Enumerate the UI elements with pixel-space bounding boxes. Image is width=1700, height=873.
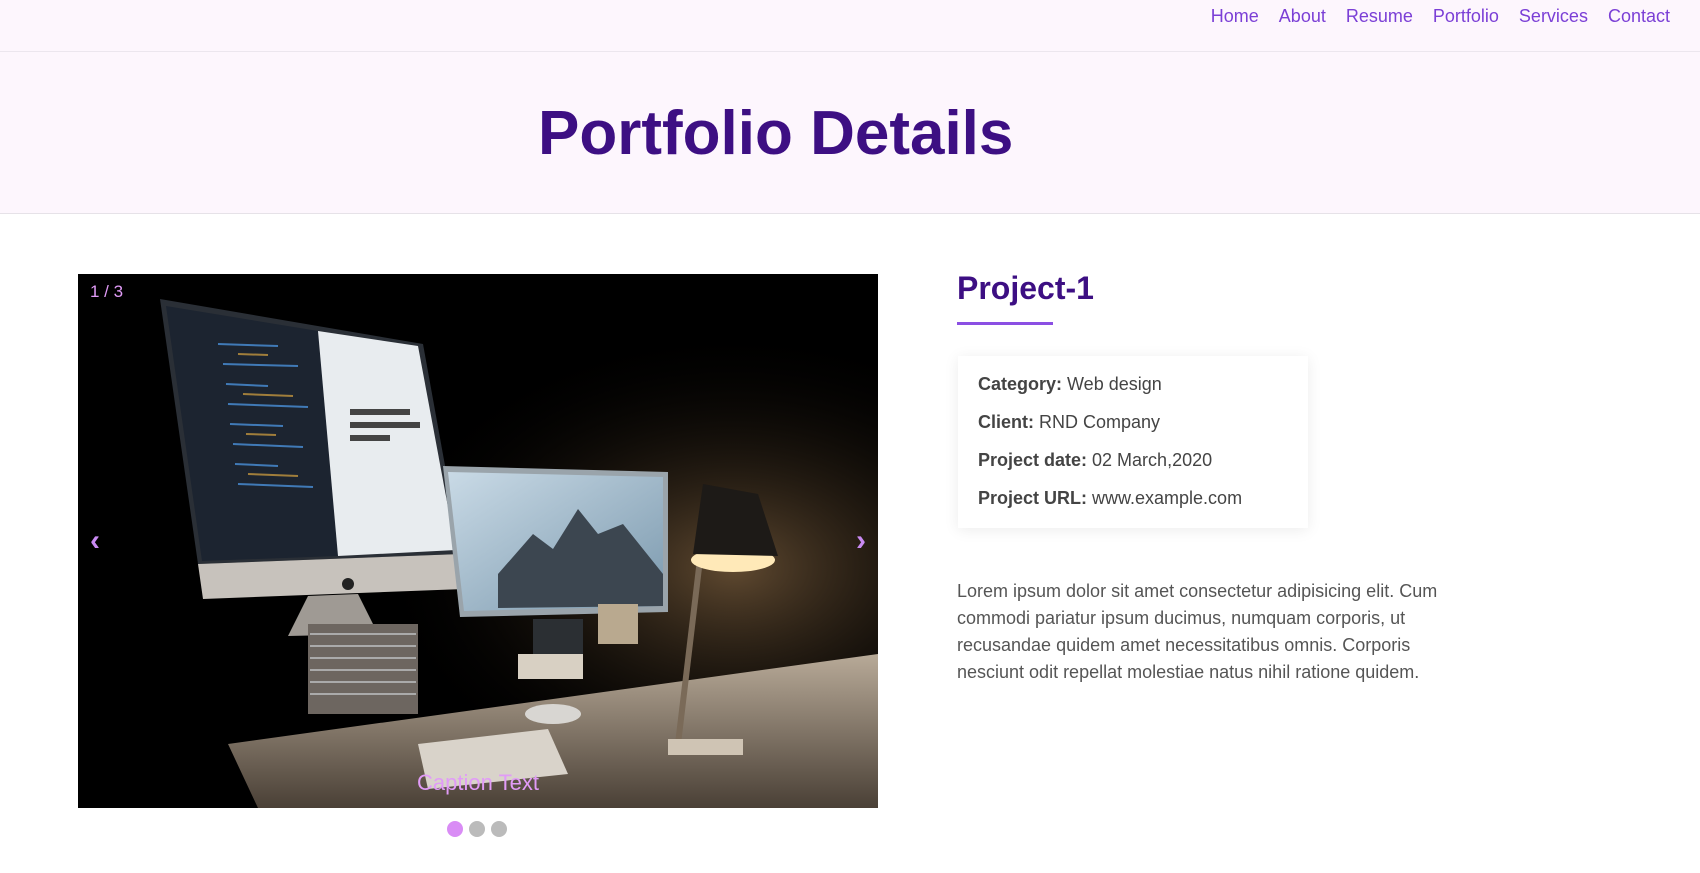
info-label: Client:: [978, 412, 1039, 432]
info-label: Project URL:: [978, 488, 1093, 508]
info-project-date: Project date: 02 March,2020: [978, 450, 1288, 488]
info-value: www.example.com: [1092, 488, 1243, 508]
info-value: RND Company: [1039, 412, 1161, 432]
slide-image: [78, 274, 878, 808]
nav-resume[interactable]: Resume: [1346, 6, 1413, 27]
title-underline: [957, 322, 1053, 325]
info-value: 02 March,2020: [1092, 450, 1213, 470]
nav-home[interactable]: Home: [1211, 6, 1259, 27]
project-info-card: Category: Web design Client: RND Company…: [958, 356, 1308, 528]
info-client: Client: RND Company: [978, 412, 1288, 450]
nav-about[interactable]: About: [1279, 6, 1326, 27]
info-project-url: Project URL: www.example.com: [978, 488, 1288, 526]
page-title: Portfolio Details: [538, 99, 1014, 168]
slider-dots: [447, 821, 507, 837]
nav-services[interactable]: Services: [1519, 6, 1588, 27]
project-title: Project-1: [957, 270, 1094, 306]
nav-portfolio[interactable]: Portfolio: [1433, 6, 1499, 27]
slider-dot-2[interactable]: [469, 821, 485, 837]
info-category: Category: Web design: [978, 374, 1288, 412]
slide-caption: Caption Text: [417, 770, 539, 795]
slide-counter: 1 / 3: [90, 282, 124, 301]
nav-links: Home About Resume Portfolio Services Con…: [1211, 6, 1670, 27]
info-label: Project date:: [978, 450, 1093, 470]
slider-dot-1[interactable]: [447, 821, 463, 837]
next-slide-icon[interactable]: ›: [856, 524, 866, 558]
project-description: Lorem ipsum dolor sit amet consectetur a…: [957, 581, 1438, 682]
nav-contact[interactable]: Contact: [1608, 6, 1670, 27]
slider-dot-3[interactable]: [491, 821, 507, 837]
page-header: Portfolio Details: [0, 52, 1700, 214]
info-value: Web design: [1067, 374, 1162, 394]
image-slider[interactable]: 1 / 3 ‹ › Caption Text: [78, 274, 878, 808]
prev-slide-icon[interactable]: ‹: [90, 524, 100, 558]
info-label: Category:: [978, 374, 1068, 394]
top-navbar: Home About Resume Portfolio Services Con…: [0, 0, 1700, 52]
